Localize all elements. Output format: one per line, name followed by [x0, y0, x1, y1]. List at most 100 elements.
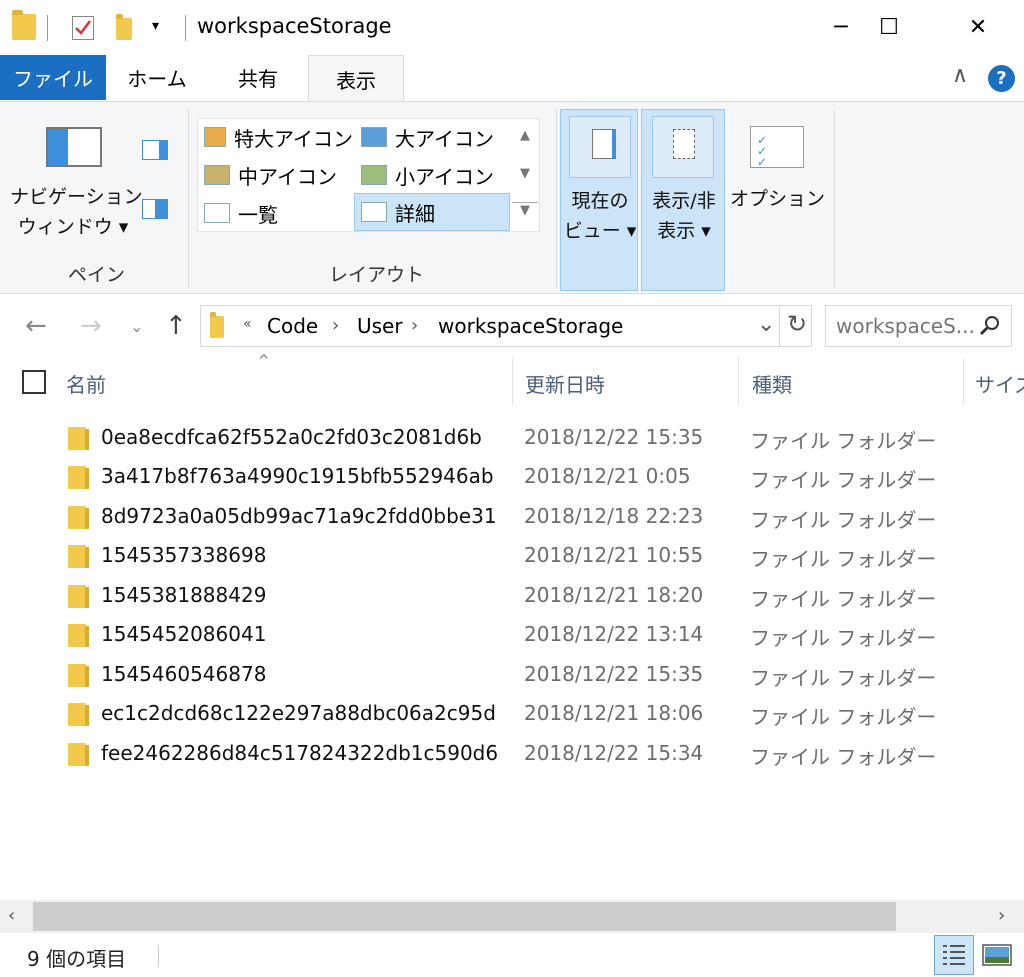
- select-all-checkbox[interactable]: [22, 370, 46, 394]
- close-button[interactable]: ✕: [955, 0, 1001, 55]
- tab-view[interactable]: 表示: [308, 55, 404, 102]
- layout-details[interactable]: 詳細: [354, 193, 510, 231]
- column-size[interactable]: サイズ: [975, 369, 1024, 398]
- scroll-right-icon[interactable]: ›: [998, 905, 1005, 926]
- layout-extra-large-icons[interactable]: 特大アイコン: [198, 119, 353, 155]
- nav-pane-label-1: ナビゲーション: [10, 186, 143, 208]
- navigation-pane-button[interactable]: ナビゲーション ウィンドウ ▾: [10, 182, 143, 242]
- file-type: ファイル フォルダー: [750, 666, 937, 690]
- chevron-right-icon[interactable]: ›: [411, 315, 418, 336]
- scroll-left-icon[interactable]: ‹: [8, 905, 15, 926]
- layout-expand-icon[interactable]: ▼: [512, 202, 538, 218]
- breadcrumb-overflow[interactable]: «: [243, 316, 252, 332]
- back-arrow-icon[interactable]: ←: [25, 311, 47, 341]
- minimize-button[interactable]: ─: [818, 0, 864, 55]
- table-row[interactable]: 1545460546878 2018/12/22 15:35 ファイル フォルダ…: [0, 656, 1024, 696]
- file-date: 2018/12/22 13:14: [524, 622, 704, 646]
- layout-item-label: 大アイコン: [395, 126, 494, 151]
- sort-ascending-icon: ^: [258, 353, 270, 369]
- large-icons-icon: [361, 127, 387, 147]
- current-view-button[interactable]: 現在の ビュー ▾: [560, 109, 638, 291]
- separator: [185, 15, 186, 41]
- address-bar[interactable]: « Code › User › workspaceStorage ⌄ ↻: [200, 305, 812, 347]
- details-icon: [361, 202, 387, 222]
- layout-gallery: 特大アイコン 大アイコン 中アイコン 小アイコン 一覧 詳細: [197, 118, 540, 232]
- horizontal-scrollbar[interactable]: ‹ ›: [0, 900, 1024, 933]
- table-row[interactable]: 1545357338698 2018/12/21 10:55 ファイル フォルダ…: [0, 537, 1024, 577]
- folder-icon: [68, 585, 89, 608]
- title-bar: ▾ workspaceStorage ─ ☐ ✕: [0, 0, 1024, 55]
- layout-item-label: 詳細: [395, 201, 435, 226]
- forward-arrow-icon[interactable]: →: [80, 311, 102, 341]
- divider: [779, 306, 780, 346]
- layout-large-icons[interactable]: 大アイコン: [355, 119, 510, 155]
- group-divider: [188, 110, 189, 288]
- layout-medium-icons[interactable]: 中アイコン: [198, 157, 353, 193]
- show-hide-button[interactable]: 表示/非 表示 ▾: [641, 109, 725, 291]
- breadcrumb-workspacestorage[interactable]: workspaceStorage: [438, 314, 623, 338]
- window-title: workspaceStorage: [197, 14, 392, 38]
- folder-icon: [12, 10, 36, 40]
- refresh-icon[interactable]: ↻: [787, 310, 807, 338]
- folder-icon: [68, 703, 89, 726]
- search-icon[interactable]: [978, 314, 1002, 338]
- file-date: 2018/12/22 15:35: [524, 425, 704, 449]
- file-date: 2018/12/21 10:55: [524, 543, 704, 567]
- folder-icon: [68, 743, 89, 766]
- ribbon-tabs: ファイル ホーム 共有 表示: [0, 55, 1024, 102]
- properties-icon[interactable]: [72, 16, 94, 40]
- tab-file[interactable]: ファイル: [0, 55, 106, 100]
- chevron-right-icon[interactable]: ›: [332, 315, 339, 336]
- breadcrumb-code[interactable]: Code: [267, 314, 318, 338]
- scrollbar-thumb[interactable]: [33, 902, 896, 931]
- up-arrow-icon[interactable]: ↑: [165, 311, 187, 341]
- column-name[interactable]: 名前: [66, 369, 106, 398]
- table-row[interactable]: ec1c2dcd68c122e297a88dbc06a2c95d 2018/12…: [0, 695, 1024, 735]
- file-type: ファイル フォルダー: [750, 705, 937, 729]
- search-box[interactable]: [825, 305, 1012, 347]
- table-row[interactable]: 8d9723a0a05db99ac71a9c2fdd0bbe31 2018/12…: [0, 498, 1024, 538]
- column-date[interactable]: 更新日時: [525, 369, 605, 398]
- preview-pane-icon[interactable]: [142, 140, 168, 160]
- small-icons-icon: [361, 165, 387, 185]
- table-row[interactable]: 1545452086041 2018/12/22 13:14 ファイル フォルダ…: [0, 616, 1024, 656]
- column-divider[interactable]: [738, 357, 739, 405]
- options-button[interactable]: ✓ ✓ ✓ オプション: [730, 116, 825, 236]
- navigation-pane-icon[interactable]: [46, 127, 102, 167]
- table-row[interactable]: fee2462286d84c517824322db1c590d6 2018/12…: [0, 735, 1024, 775]
- column-type[interactable]: 種類: [752, 369, 792, 398]
- new-folder-icon[interactable]: [116, 14, 132, 40]
- breadcrumb-user[interactable]: User: [357, 314, 403, 338]
- help-icon[interactable]: ?: [988, 65, 1015, 92]
- tab-share[interactable]: 共有: [208, 55, 308, 100]
- column-divider[interactable]: [512, 357, 513, 405]
- maximize-button[interactable]: ☐: [866, 0, 912, 55]
- table-row[interactable]: 1545381888429 2018/12/21 18:20 ファイル フォルダ…: [0, 577, 1024, 617]
- tab-home[interactable]: ホーム: [106, 55, 208, 100]
- customize-toolbar-icon[interactable]: ▾: [152, 18, 159, 34]
- file-date: 2018/12/21 18:20: [524, 583, 704, 607]
- large-icons-view-button[interactable]: [980, 938, 1014, 972]
- chevron-down-icon[interactable]: ⌄: [757, 312, 775, 337]
- layout-scroll-down-icon[interactable]: ▼: [512, 166, 538, 181]
- search-input[interactable]: [836, 314, 976, 338]
- layout-list[interactable]: 一覧: [198, 195, 353, 231]
- details-view-button[interactable]: [934, 935, 974, 975]
- file-type: ファイル フォルダー: [750, 468, 937, 492]
- file-date: 2018/12/21 18:06: [524, 701, 704, 725]
- separator: [47, 15, 48, 41]
- collapse-ribbon-icon[interactable]: ∧: [945, 63, 975, 93]
- layout-scroll-up-icon[interactable]: ▲: [512, 128, 538, 143]
- details-pane-icon[interactable]: [142, 199, 168, 219]
- group-divider: [556, 110, 557, 288]
- file-type: ファイル フォルダー: [750, 587, 937, 611]
- current-view-label-2: ビュー ▾: [563, 220, 637, 242]
- file-type: ファイル フォルダー: [750, 745, 937, 769]
- layout-small-icons[interactable]: 小アイコン: [355, 157, 510, 193]
- table-row[interactable]: 3a417b8f763a4990c1915bfb552946ab 2018/12…: [0, 458, 1024, 498]
- column-divider[interactable]: [963, 357, 964, 405]
- table-row[interactable]: 0ea8ecdfca62f552a0c2fd03c2081d6b 2018/12…: [0, 419, 1024, 459]
- show-hide-label-1: 表示/非: [652, 190, 716, 212]
- file-date: 2018/12/22 15:34: [524, 741, 704, 765]
- recent-locations-icon[interactable]: ⌄: [130, 317, 143, 336]
